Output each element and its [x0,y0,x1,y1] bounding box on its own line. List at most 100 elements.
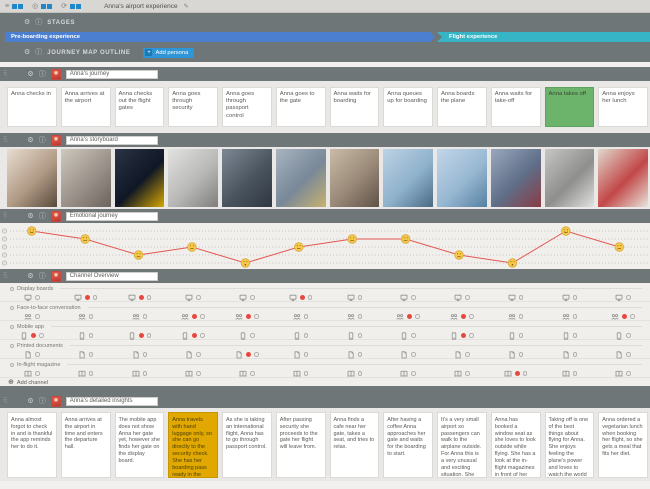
persona-view-icon[interactable]: ≡ [5,3,9,10]
channel-toggle-circle[interactable] [10,344,14,348]
touchpoint-empty-circle[interactable] [147,295,152,300]
gear-icon[interactable]: ⚙ [27,213,33,220]
drag-handle-icon[interactable]: ⢿ [3,137,7,143]
touchpoint-empty-circle[interactable] [465,371,470,376]
emotion-point-very-unhappy[interactable] [508,259,517,268]
touchpoint-empty-circle[interactable] [304,314,309,319]
info-icon[interactable]: ⓘ [39,137,46,144]
lane-label-input[interactable]: Emotional journey [66,212,158,221]
channel-touchpoint-cell[interactable] [61,294,111,302]
channel-toggle-circle[interactable] [10,306,14,310]
touchpoint-empty-circle[interactable] [626,333,631,338]
journey-step-card[interactable]: Anna goes to the gate [276,87,326,127]
emotion-point-happy[interactable] [401,235,410,244]
channel-touchpoint-cell[interactable] [330,332,380,340]
photo-terminal-signs[interactable] [276,149,326,207]
emotion-point-very-happy[interactable] [562,227,571,236]
channel-touchpoint-cell[interactable] [437,294,487,302]
channel-touchpoint-cell[interactable] [383,370,433,378]
touchpoint-empty-circle[interactable] [35,314,40,319]
info-icon[interactable]: ⓘ [39,71,46,78]
info-icon[interactable]: ⓘ [39,398,46,405]
channel-touchpoint-cell[interactable] [545,370,595,378]
touchpoint-empty-circle[interactable] [250,371,255,376]
touchpoint-empty-circle[interactable] [304,371,309,376]
journey-step-card[interactable]: Anna checks in [7,87,57,127]
stage-pre-boarding[interactable]: Pre-boarding experience [5,32,435,42]
channel-touchpoint-cell[interactable] [61,370,111,378]
touchpoint-empty-circle[interactable] [254,314,259,319]
channel-touchpoint-cell[interactable] [330,313,380,321]
channel-touchpoint-cell[interactable] [61,313,111,321]
info-icon[interactable]: ⓘ [35,19,42,26]
touchpoint-empty-circle[interactable] [35,295,40,300]
channel-touchpoint-cell[interactable] [383,332,433,340]
info-icon[interactable]: ⓘ [39,213,46,220]
channel-touchpoint-cell[interactable] [115,370,165,378]
journey-step-card[interactable]: Anna arrives at the airport [61,87,111,127]
channel-touchpoint-cell[interactable] [7,370,57,378]
persona-avatar[interactable] [51,211,61,222]
touchpoint-empty-circle[interactable] [254,352,259,357]
touchpoint-empty-circle[interactable] [196,352,201,357]
touchpoint-empty-circle[interactable] [411,295,416,300]
preview-toggle[interactable] [41,4,52,9]
channel-touchpoint-cell[interactable] [7,351,57,359]
channel-touchpoint-cell[interactable] [598,370,648,378]
insight-card[interactable]: Anna arrives at the airport in time and … [61,412,111,478]
insight-card[interactable]: As she is taking an international flight… [222,412,272,478]
channel-touchpoint-cell[interactable] [222,332,272,340]
channel-touchpoint-cell[interactable] [437,351,487,359]
photo-wing-over-tarmac[interactable] [545,149,595,207]
channel-touchpoint-cell[interactable] [491,370,541,378]
channel-touchpoint-cell[interactable] [276,370,326,378]
drag-handle-icon[interactable]: ⢿ [3,398,7,404]
sync-toggle[interactable] [70,4,81,9]
channel-touchpoint-cell[interactable] [276,313,326,321]
channel-touchpoint-cell[interactable] [276,332,326,340]
journey-step-card[interactable]: Anna enjoys her lunch [598,87,648,127]
touchpoint-empty-circle[interactable] [630,314,635,319]
channel-touchpoint-cell[interactable] [168,313,218,321]
info-icon[interactable]: ⓘ [35,49,42,56]
journey-step-card[interactable]: Anna takes off [545,87,595,127]
channel-touchpoint-cell[interactable] [545,351,595,359]
touchpoint-empty-circle[interactable] [573,333,578,338]
insight-card[interactable]: Anna ordered a vegetarian lunch when boo… [598,412,648,478]
drag-handle-icon[interactable]: ⢿ [3,273,7,279]
touchpoint-empty-circle[interactable] [304,333,309,338]
gear-icon[interactable]: ⚙ [27,137,33,144]
channel-touchpoint-cell[interactable] [7,294,57,302]
channel-touchpoint-cell[interactable] [61,351,111,359]
channel-touchpoint-cell[interactable] [437,313,487,321]
gear-icon[interactable]: ⚙ [27,71,33,78]
photo-check-in-desk[interactable] [7,149,57,207]
channel-touchpoint-cell[interactable] [383,294,433,302]
channel-touchpoint-cell[interactable] [545,294,595,302]
gear-icon[interactable]: ⚙ [27,273,33,280]
photo-meal-tray[interactable] [598,149,648,207]
persona-avatar[interactable] [51,271,61,282]
touchpoint-empty-circle[interactable] [573,314,578,319]
touchpoint-empty-circle[interactable] [89,371,94,376]
channel-touchpoint-cell[interactable] [491,332,541,340]
channel-touchpoint-cell[interactable] [222,313,272,321]
touchpoint-empty-circle[interactable] [358,295,363,300]
channel-touchpoint-cell[interactable] [330,370,380,378]
touchpoint-empty-circle[interactable] [411,371,416,376]
touchpoint-empty-circle[interactable] [89,314,94,319]
touchpoint-empty-circle[interactable] [196,371,201,376]
channel-touchpoint-cell[interactable] [168,332,218,340]
touchpoint-empty-circle[interactable] [304,352,309,357]
channel-touchpoint-cell[interactable] [276,351,326,359]
channel-touchpoint-cell[interactable] [168,351,218,359]
channel-touchpoint-cell[interactable] [330,351,380,359]
touchpoint-empty-circle[interactable] [626,352,631,357]
channel-touchpoint-cell[interactable] [222,351,272,359]
touchpoint-empty-circle[interactable] [89,333,94,338]
photo-plane-on-tarmac[interactable] [437,149,487,207]
channel-touchpoint-cell[interactable] [222,370,272,378]
touchpoint-empty-circle[interactable] [465,352,470,357]
lane-label-input[interactable]: Anna's detailed insights [66,397,158,406]
channel-touchpoint-cell[interactable] [276,294,326,302]
